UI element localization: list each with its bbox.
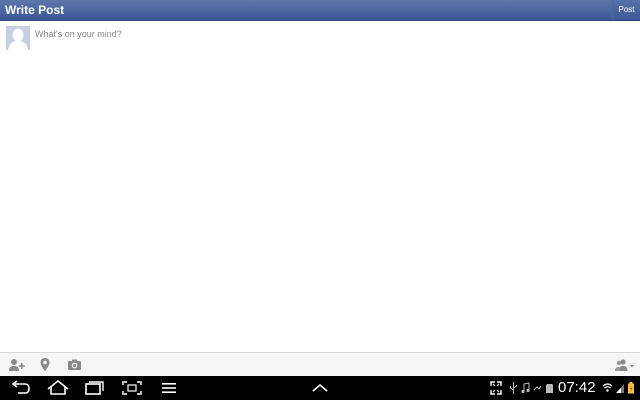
page-title: Write Post <box>5 3 65 17</box>
post-button[interactable]: Post <box>612 0 640 20</box>
fullscreen-icon[interactable] <box>490 381 502 395</box>
recent-apps-button[interactable] <box>82 378 108 398</box>
camera-icon <box>68 359 81 370</box>
sd-card-icon <box>546 384 553 393</box>
home-icon <box>47 379 69 395</box>
avatar <box>6 26 30 50</box>
screenshot-icon <box>122 381 142 395</box>
tag-friends-button[interactable] <box>8 357 26 373</box>
location-icon <box>40 358 50 371</box>
recent-apps-icon <box>85 381 104 395</box>
wifi-icon <box>602 383 613 392</box>
audience-selector[interactable] <box>614 357 636 373</box>
back-button[interactable] <box>8 378 34 398</box>
menu-icon <box>162 383 176 393</box>
composer-toolbar <box>0 352 640 376</box>
tag-friends-icon <box>9 359 25 371</box>
status-input[interactable] <box>35 27 625 41</box>
photo-button[interactable] <box>66 357 84 373</box>
cell-signal-icon <box>616 384 624 393</box>
menu-button[interactable] <box>156 378 182 398</box>
audience-icon <box>615 359 634 371</box>
header-bar: Write Post Post <box>0 0 640 21</box>
music-icon <box>521 382 530 394</box>
chevron-up-icon <box>312 383 328 392</box>
home-button[interactable] <box>45 378 71 398</box>
battery-icon <box>628 382 634 394</box>
quick-panel-toggle[interactable] <box>307 378 333 398</box>
usb-icon <box>510 382 517 394</box>
status-clock: 07:42 <box>558 379 596 396</box>
system-nav-bar: 07:42 <box>0 376 640 400</box>
screenshot-button[interactable] <box>119 378 145 398</box>
write-post-screen: Write Post Post What's on your mind? 07:… <box>0 0 640 400</box>
location-button[interactable] <box>37 357 55 373</box>
signal-icon <box>533 385 542 391</box>
back-icon <box>11 380 30 394</box>
default-avatar-icon <box>6 26 30 50</box>
